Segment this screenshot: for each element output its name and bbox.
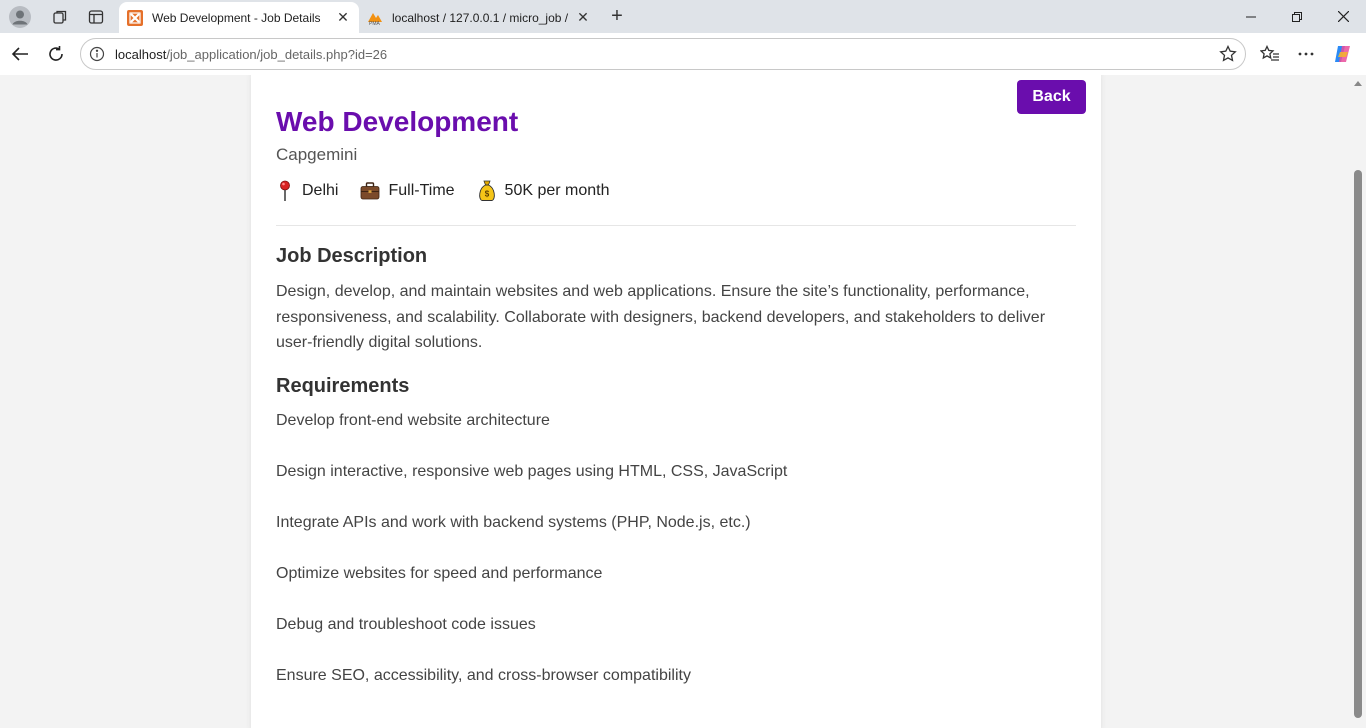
restore-icon[interactable] (1274, 0, 1320, 33)
company-name: Capgemini (276, 145, 358, 164)
tab-title: localhost / 127.0.0.1 / micro_job / (392, 10, 569, 25)
page-viewport: Back Web Development Capgemini Delhi Ful… (0, 75, 1350, 728)
briefcase-icon (360, 180, 380, 202)
salary-text: 50K per month (504, 182, 610, 199)
job-details-card: Back Web Development Capgemini Delhi Ful… (251, 75, 1101, 728)
location-pin-icon (276, 180, 294, 202)
back-arrow-icon[interactable] (5, 39, 35, 69)
more-options-icon[interactable] (1291, 39, 1321, 69)
profile-icon[interactable] (6, 4, 34, 30)
site-info-icon[interactable] (89, 46, 105, 62)
minimize-icon[interactable] (1228, 0, 1274, 33)
phpmyadmin-icon: PMA (367, 10, 383, 27)
section-divider (276, 225, 1076, 226)
svg-text:PMA: PMA (369, 21, 381, 26)
money-bag-icon: $ (477, 180, 497, 202)
close-tab-icon[interactable]: ✕ (573, 8, 593, 28)
location-info: Delhi (276, 180, 338, 202)
workspaces-icon[interactable] (46, 4, 74, 30)
job-meta: Delhi Full-Time $ 50K per month (276, 180, 632, 202)
back-button[interactable]: Back (1017, 80, 1086, 114)
tab-strip: Web Development - Job Details ✕ PMA loca… (0, 0, 1366, 33)
new-tab-button[interactable]: + (604, 4, 630, 28)
xampp-icon (127, 9, 143, 26)
salary-info: $ 50K per month (477, 180, 610, 202)
svg-text:$: $ (484, 190, 489, 199)
url-host: localhost (115, 47, 167, 62)
requirement-item: Integrate APIs and work with backend sys… (276, 514, 751, 531)
requirement-item: Ensure SEO, accessibility, and cross-bro… (276, 667, 691, 684)
vertical-tabs-icon[interactable] (82, 4, 110, 30)
requirement-item: Optimize websites for speed and performa… (276, 565, 603, 582)
job-type-text: Full-Time (388, 182, 455, 199)
job-title: Web Development (276, 106, 519, 137)
requirement-item: Develop front-end website architecture (276, 412, 550, 429)
tab-phpmyadmin[interactable]: PMA localhost / 127.0.0.1 / micro_job / … (359, 2, 599, 33)
job-description-text: Design, develop, and maintain websites a… (276, 283, 1046, 351)
vertical-scrollbar[interactable] (1350, 75, 1366, 728)
tab-job-details[interactable]: Web Development - Job Details ✕ (119, 2, 359, 33)
copilot-icon[interactable] (1328, 39, 1358, 69)
requirements-heading: Requirements (276, 375, 410, 397)
url-text[interactable]: localhost/job_application/job_details.ph… (115, 47, 387, 62)
job-description-heading: Job Description (276, 245, 428, 267)
close-tab-icon[interactable]: ✕ (333, 8, 353, 28)
favorite-star-icon[interactable] (1219, 44, 1237, 63)
requirement-item: Debug and troubleshoot code issues (276, 616, 536, 633)
scroll-up-arrow-icon[interactable] (1354, 81, 1362, 86)
url-path: /job_application/job_details.php?id=26 (166, 47, 388, 62)
browser-toolbar: localhost/job_application/job_details.ph… (0, 33, 1366, 75)
location-text: Delhi (302, 182, 339, 199)
refresh-icon[interactable] (41, 39, 71, 69)
address-bar[interactable]: localhost/job_application/job_details.ph… (80, 38, 1246, 70)
close-window-icon[interactable] (1320, 0, 1366, 33)
scrollbar-thumb[interactable] (1354, 170, 1362, 718)
favorites-icon[interactable] (1255, 39, 1285, 69)
job-type-info: Full-Time (360, 180, 455, 202)
requirement-item: Design interactive, responsive web pages… (276, 463, 788, 480)
tab-title: Web Development - Job Details (152, 10, 321, 25)
